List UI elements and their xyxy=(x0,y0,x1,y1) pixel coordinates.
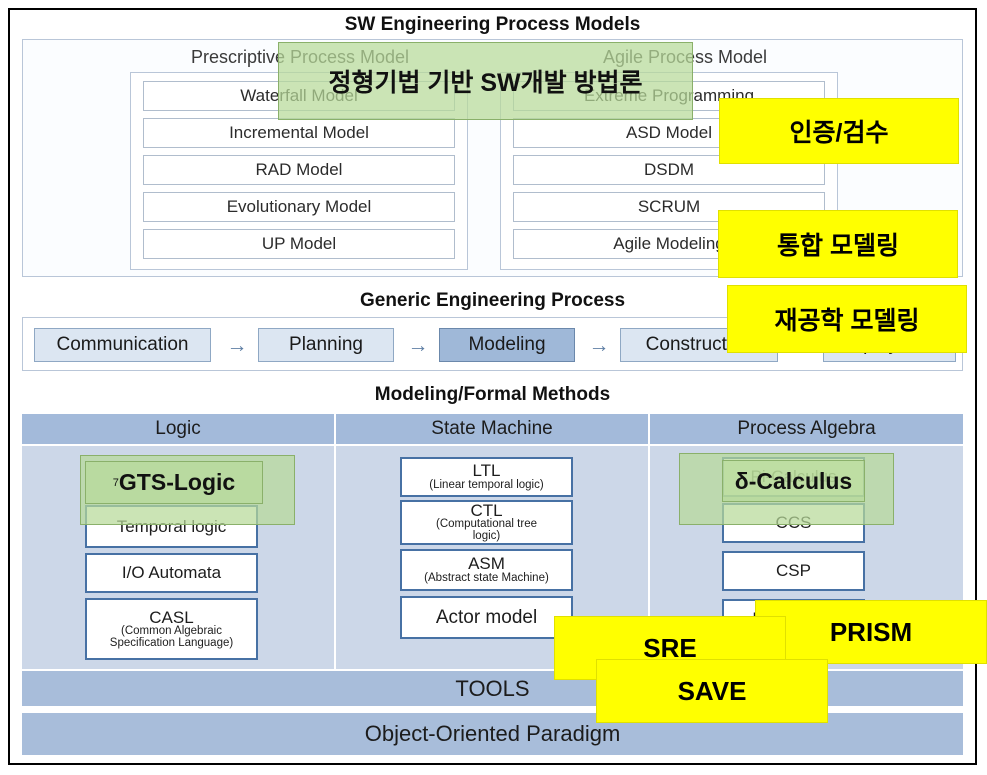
logic-item-io-automata-label: I/O Automata xyxy=(121,563,222,583)
state-machine-item-ctl[interactable]: CTL (Computational tree logic) xyxy=(400,500,573,545)
state-machine-item-asm[interactable]: ASM (Abstract state Machine) xyxy=(400,549,573,591)
formal-methods-column-state-machine: State Machine xyxy=(336,414,650,444)
logic-item-casl-label: CASL xyxy=(149,607,194,627)
state-machine-item-ltl-label: LTL xyxy=(472,461,501,481)
prescriptive-item-1[interactable]: Incremental Model xyxy=(143,118,455,148)
state-machine-item-ltl-sublabel: (Linear temporal logic) xyxy=(429,478,544,491)
formal-methods-column-logic: Logic xyxy=(22,414,336,444)
yellow-callout-save[interactable]: SAVE xyxy=(596,659,828,723)
section-title-sw-engineering: SW Engineering Process Models xyxy=(11,11,974,39)
yellow-callout-prism[interactable]: PRISM xyxy=(755,600,987,664)
green-callout-delta-calculus[interactable]: δ-Calculus xyxy=(722,460,865,502)
arrow-icon-1: → xyxy=(226,334,248,357)
state-machine-item-asm-sublabel: (Abstract state Machine) xyxy=(424,571,549,584)
prescriptive-item-2[interactable]: RAD Model xyxy=(143,155,455,185)
formal-methods-column-process-algebra: Process Algebra xyxy=(650,414,963,444)
state-machine-item-ctl-sublabel: (Computational tree logic) xyxy=(436,518,537,543)
generic-step-modeling[interactable]: Modeling xyxy=(439,328,575,362)
yellow-callout-certification[interactable]: 인증/검수 xyxy=(719,98,959,164)
state-machine-item-ltl[interactable]: LTL (Linear temporal logic) xyxy=(400,457,573,497)
process-algebra-item-csp[interactable]: CSP xyxy=(722,551,865,591)
section-title-modeling-formal: Modeling/Formal Methods xyxy=(22,381,963,409)
arrow-icon-2: → xyxy=(407,334,429,357)
prescriptive-item-3[interactable]: Evolutionary Model xyxy=(143,192,455,222)
green-callout-gts-logic[interactable]: 7 GTS-Logic xyxy=(85,461,263,504)
green-callout-methodology[interactable]: 정형기법 기반 SW개발 방법론 xyxy=(278,42,693,120)
diagram-canvas: SW Engineering Process Models Prescripti… xyxy=(0,0,987,775)
generic-step-planning[interactable]: Planning xyxy=(258,328,394,362)
state-machine-item-ctl-label: CTL xyxy=(470,501,503,521)
process-algebra-item-csp-label: CSP xyxy=(776,561,811,581)
logic-item-io-automata[interactable]: I/O Automata xyxy=(85,553,258,593)
logic-item-casl[interactable]: CASL (Common Algebraic Specification Lan… xyxy=(85,598,258,660)
yellow-callout-reengineering-modeling[interactable]: 재공학 모델링 xyxy=(727,285,967,353)
state-machine-item-asm-label: ASM xyxy=(468,554,505,574)
logic-item-casl-sublabel: (Common Algebraic Specification Language… xyxy=(109,624,234,649)
generic-step-communication[interactable]: Communication xyxy=(34,328,211,362)
yellow-callout-integrated-modeling[interactable]: 통합 모델링 xyxy=(718,210,958,278)
arrow-icon-3: → xyxy=(588,334,610,357)
gts-logic-label: GTS-Logic xyxy=(118,469,236,495)
prescriptive-item-4[interactable]: UP Model xyxy=(143,229,455,259)
state-machine-item-actor-model[interactable]: Actor model xyxy=(400,596,573,639)
state-machine-item-actor-model-label: Actor model xyxy=(435,606,538,628)
